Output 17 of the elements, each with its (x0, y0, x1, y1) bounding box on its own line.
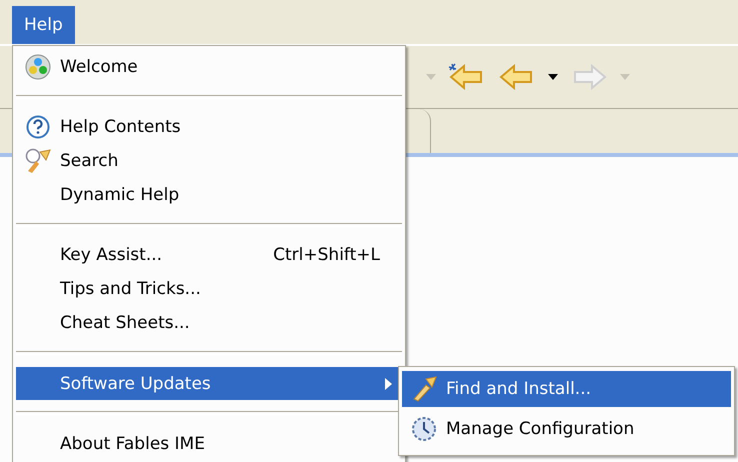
menu-item[interactable]: About Fables IME (16, 427, 402, 461)
help-icon (26, 115, 50, 140)
menu-item[interactable]: Cheat Sheets... (16, 306, 402, 340)
menu-item[interactable]: Key Assist... Ctrl+Shift+L (16, 238, 402, 272)
menu-title[interactable]: Help (12, 6, 75, 44)
menu-item[interactable]: Manage Configuration (402, 411, 731, 447)
search-help-icon (24, 148, 52, 174)
menu-item[interactable]: Search (16, 144, 402, 178)
menu-item[interactable]: Tips and Tricks... (16, 272, 402, 306)
gear-clock-icon (411, 416, 437, 442)
welcome-icon (25, 54, 51, 80)
submenu-arrow-icon (385, 378, 392, 390)
menu-item[interactable]: Dynamic Help (16, 178, 402, 212)
menu-item[interactable]: Find and Install... (402, 371, 731, 407)
menu-item[interactable]: Welcome (16, 50, 402, 84)
dropdown-caret-icon[interactable] (547, 73, 559, 81)
menu-item[interactable]: Help Contents (16, 110, 402, 144)
